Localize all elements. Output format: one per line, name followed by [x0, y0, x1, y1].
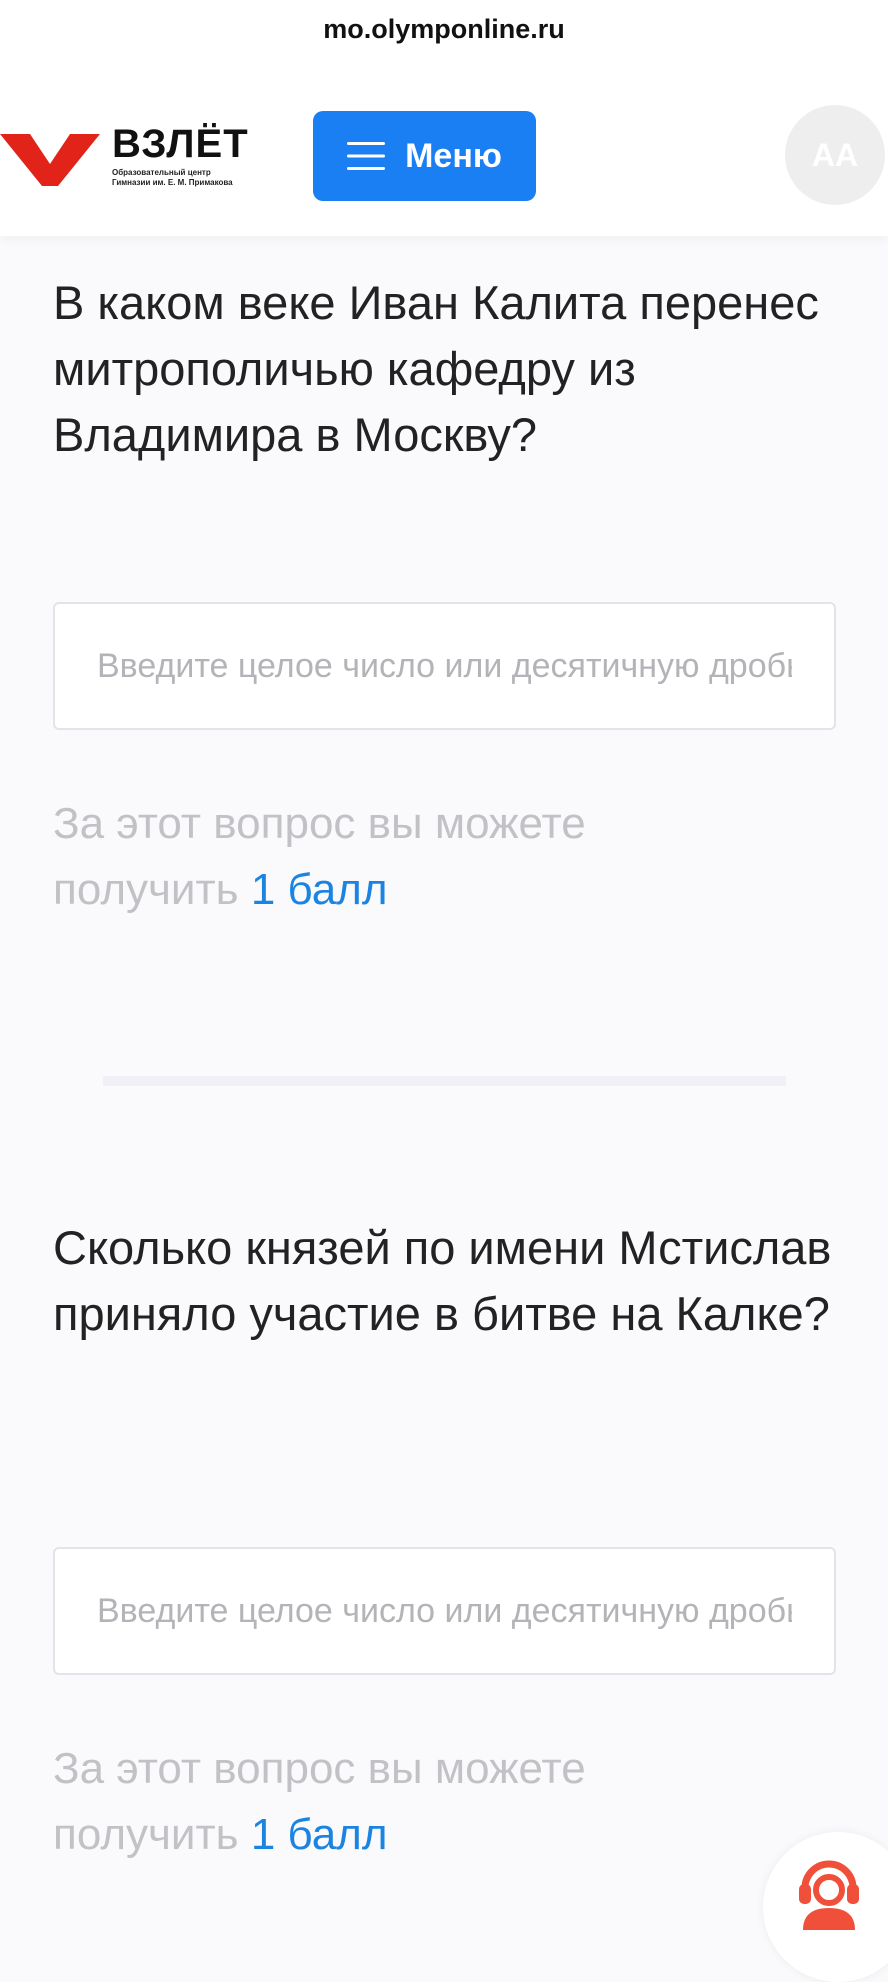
browser-url-bar[interactable]: mo.olymponline.ru: [0, 0, 888, 60]
question-divider: [103, 1076, 786, 1086]
points-value: 1 балл: [250, 865, 388, 914]
support-headset-icon: [799, 1860, 859, 1930]
points-value: 1 балл: [250, 1810, 388, 1859]
question-text: В каком веке Иван Калита перенес митропо…: [53, 276, 819, 461]
question-block-2: Сколько князей по имени Мстислав приняло…: [53, 1215, 843, 1859]
menu-label: Меню: [405, 136, 502, 175]
support-chat-button[interactable]: [763, 1832, 888, 1982]
answer-input[interactable]: [53, 1547, 836, 1675]
logo-subtitle: Образовательный центр Гимназии им. Е. М.…: [112, 168, 262, 188]
logo-subtitle-line: Гимназии им. Е. М. Примакова: [112, 178, 233, 187]
logo[interactable]: ВЗЛЁТ Образовательный центр Гимназии им.…: [0, 122, 250, 187]
logo-title: ВЗЛЁТ: [112, 122, 249, 166]
question-block-1: В каком веке Иван Калита перенес митропо…: [53, 270, 843, 914]
hamburger-icon: [347, 142, 386, 170]
points-info: За этот вопрос вы можете получить 1 балл: [53, 791, 773, 923]
site-header: ВЗЛЁТ Образовательный центр Гимназии им.…: [0, 60, 888, 236]
question-text: Сколько князей по имени Мстислав приняло…: [53, 1221, 832, 1340]
answer-input[interactable]: [53, 602, 836, 730]
user-avatar[interactable]: AA: [785, 105, 885, 205]
menu-button[interactable]: Меню: [313, 111, 536, 201]
points-info: За этот вопрос вы можете получить 1 балл: [53, 1736, 773, 1868]
url-text[interactable]: mo.olymponline.ru: [0, 14, 888, 45]
logo-subtitle-line: Образовательный центр: [112, 168, 211, 177]
logo-check-icon: [0, 134, 100, 186]
